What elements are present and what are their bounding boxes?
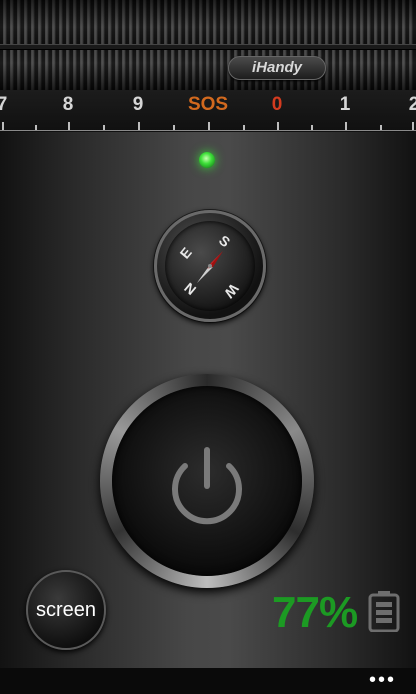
bottom-bar: ••• bbox=[0, 668, 416, 694]
battery-percentage: 77% bbox=[272, 588, 358, 637]
battery-icon bbox=[368, 591, 400, 632]
power-button[interactable] bbox=[100, 374, 314, 588]
dial-band bbox=[0, 44, 416, 50]
compass-button[interactable]: S E N W bbox=[154, 210, 266, 322]
mode-scale[interactable]: 7 8 9 SOS 0 1 2 bbox=[0, 90, 416, 134]
scale-label-1: 1 bbox=[339, 94, 351, 115]
brand-logo: iHandy bbox=[228, 56, 326, 80]
screen-button[interactable]: screen bbox=[26, 570, 106, 650]
scale-label-9: 9 bbox=[132, 94, 144, 115]
scale-ruler bbox=[0, 120, 416, 132]
more-options-button[interactable]: ••• bbox=[369, 670, 396, 690]
scale-label-2: 2 bbox=[408, 94, 416, 115]
brightness-dial[interactable]: iHandy bbox=[0, 0, 416, 90]
compass-face: S E N W bbox=[165, 221, 255, 311]
scale-label-8: 8 bbox=[62, 94, 74, 115]
scale-label-sos: SOS bbox=[187, 94, 229, 115]
scale-label-7: 7 bbox=[0, 94, 8, 115]
status-led bbox=[199, 152, 215, 168]
compass-needle-icon bbox=[197, 251, 223, 283]
scale-label-0: 0 bbox=[271, 94, 283, 115]
